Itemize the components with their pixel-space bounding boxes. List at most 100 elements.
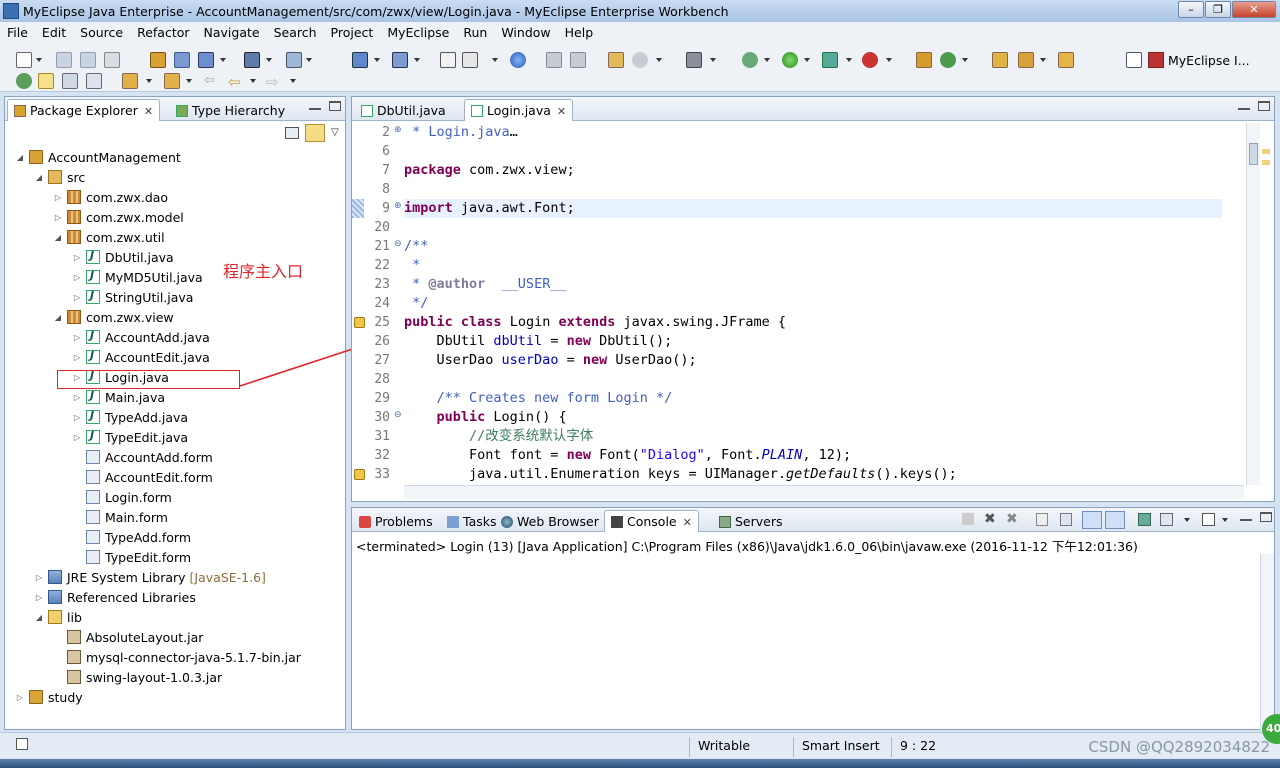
new-ejb-icon[interactable] (392, 52, 408, 68)
perspective-switcher[interactable]: MyEclipse I... (1148, 52, 1250, 68)
browser-icon[interactable] (510, 52, 526, 68)
minimize-editor-icon[interactable] (1238, 106, 1250, 110)
editor-horizontal-scrollbar[interactable] (404, 485, 1244, 499)
collapsed-arrow-icon[interactable]: ▷ (15, 693, 25, 702)
open-type-icon[interactable] (546, 52, 562, 68)
open-folder-icon[interactable] (992, 52, 1008, 68)
code-line[interactable]: public Login() { (404, 408, 567, 427)
code-line[interactable]: import java.awt.Font; (404, 199, 575, 218)
server-icon[interactable] (174, 52, 190, 68)
database-icon[interactable] (244, 52, 260, 68)
remove-launch-icon[interactable]: ✖ (984, 511, 996, 527)
tree-item[interactable]: ▷ com.zwx.model (53, 207, 184, 227)
tree-item[interactable]: ◢ src (34, 167, 85, 187)
scroll-lock-icon[interactable] (1060, 513, 1072, 526)
uml-dropdown-icon[interactable] (306, 58, 312, 62)
code-line[interactable]: package com.zwx.view; (404, 161, 575, 180)
back-icon[interactable]: ⇦ (228, 73, 244, 91)
warning-marker-icon[interactable] (354, 469, 365, 480)
tree-item[interactable]: ▷ TypeEdit.java (72, 427, 188, 447)
run-server-dropdown-icon[interactable] (846, 58, 852, 62)
code-line[interactable]: * (404, 256, 420, 275)
uml-icon[interactable] (286, 52, 302, 68)
external-tools-dropdown-icon[interactable] (886, 58, 892, 62)
collapsed-arrow-icon[interactable]: ▷ (72, 253, 82, 262)
warning-marker-icon[interactable] (354, 317, 365, 328)
menu-window[interactable]: Window (494, 25, 557, 40)
tab-type-hierarchy[interactable]: Type Hierarchy (169, 99, 292, 121)
task-icon[interactable] (608, 52, 624, 68)
code-line[interactable]: * Login.java… (404, 123, 518, 142)
code-line[interactable]: UserDao userDao = new UserDao(); (404, 351, 697, 370)
code-line[interactable]: /** Creates new form Login */ (404, 389, 673, 408)
collapsed-arrow-icon[interactable]: ▷ (53, 213, 63, 222)
tab-problems[interactable]: Problems (352, 510, 440, 532)
menu-help[interactable]: Help (558, 25, 601, 40)
tree-item[interactable]: ▷ TypeAdd.java (72, 407, 188, 427)
forward-icon[interactable]: ⇨ (266, 73, 282, 91)
collapse-all-icon[interactable] (285, 127, 299, 139)
code-line[interactable]: /** (404, 237, 428, 256)
type-dropdown-icon[interactable] (492, 58, 498, 62)
expanded-arrow-icon[interactable]: ◢ (15, 153, 25, 162)
expanded-arrow-icon[interactable]: ◢ (34, 613, 44, 622)
display-console-dropdown-icon[interactable] (1184, 518, 1190, 522)
scroll-thumb[interactable] (1249, 143, 1258, 165)
show-on-error-icon[interactable] (1105, 511, 1125, 529)
tree-item[interactable]: ▷ Main.java (72, 387, 165, 407)
close-icon[interactable]: ✕ (557, 105, 566, 118)
pin-dropdown-icon[interactable] (1040, 58, 1046, 62)
tree-item[interactable]: ▷ Referenced Libraries (34, 587, 196, 607)
new-file-icon[interactable] (440, 52, 456, 68)
code-line[interactable]: public class Login extends javax.swing.J… (404, 313, 786, 332)
collapsed-arrow-icon[interactable]: ▷ (72, 413, 82, 422)
tree-item[interactable]: ▷ AccountAdd.java (72, 327, 210, 347)
close-icon[interactable]: ✕ (144, 105, 153, 118)
web-dropdown-icon[interactable] (374, 58, 380, 62)
menu-run[interactable]: Run (456, 25, 494, 40)
tree-item[interactable]: AccountAdd.form (72, 447, 213, 467)
collapsed-arrow-icon[interactable]: ▷ (72, 333, 82, 342)
expanded-arrow-icon[interactable]: ◢ (53, 313, 63, 322)
debug-dropdown-icon[interactable] (764, 58, 770, 62)
new-type-icon[interactable] (462, 52, 478, 68)
tree-item[interactable]: AbsoluteLayout.jar (53, 627, 203, 647)
menu-source[interactable]: Source (73, 25, 130, 40)
save-icon[interactable] (56, 52, 72, 68)
maximize-view-icon[interactable] (329, 101, 341, 111)
clear-console-icon[interactable] (1036, 513, 1048, 526)
ejb-dropdown-icon[interactable] (414, 58, 420, 62)
code-line[interactable]: * @author __USER__ (404, 275, 566, 294)
fold-expand-icon[interactable]: ⊕ (394, 125, 402, 135)
new-icon[interactable] (16, 52, 32, 68)
tree-item[interactable]: TypeEdit.form (72, 547, 191, 567)
tree-item[interactable]: ◢ AccountManagement (15, 147, 181, 167)
tree-item[interactable]: Login.form (72, 487, 172, 507)
new-class-icon[interactable] (916, 52, 932, 68)
menu-refactor[interactable]: Refactor (130, 25, 196, 40)
display-console-icon[interactable] (1160, 513, 1173, 526)
tree-item[interactable]: ◢ com.zwx.view (53, 307, 174, 327)
back-dropdown-icon[interactable] (250, 79, 256, 83)
collapsed-arrow-icon[interactable]: ▷ (53, 193, 63, 202)
edit-icon[interactable] (1058, 52, 1074, 68)
code-line[interactable]: java.util.Enumeration keys = UIManager.g… (404, 465, 957, 483)
deploy-icon[interactable] (150, 52, 166, 68)
tree-item[interactable]: mysql-connector-java-5.1.7-bin.jar (53, 647, 301, 667)
tab-console[interactable]: Console ✕ (604, 510, 699, 532)
last-edit-icon[interactable]: ⇦ (204, 73, 220, 89)
print-icon[interactable] (104, 52, 120, 68)
editor-vertical-scrollbar[interactable] (1246, 123, 1260, 485)
new-package-icon[interactable] (940, 52, 956, 68)
fast-view-icon[interactable] (16, 738, 28, 750)
menu-edit[interactable]: Edit (35, 25, 73, 40)
remove-all-icon[interactable]: ✖ (1006, 511, 1018, 527)
tree-item[interactable]: ▷ JRE System Library [JavaSE-1.6] (34, 567, 266, 587)
maximize-editor-icon[interactable] (1258, 101, 1270, 111)
menu-search[interactable]: Search (267, 25, 324, 40)
tree-item[interactable]: ▷ AccountEdit.java (72, 347, 210, 367)
save-all-icon[interactable] (80, 52, 96, 68)
tab-web-browser[interactable]: Web Browser (494, 510, 606, 532)
view-menu-icon[interactable]: ▽ (331, 127, 339, 138)
minimize-button[interactable]: – (1178, 1, 1204, 18)
